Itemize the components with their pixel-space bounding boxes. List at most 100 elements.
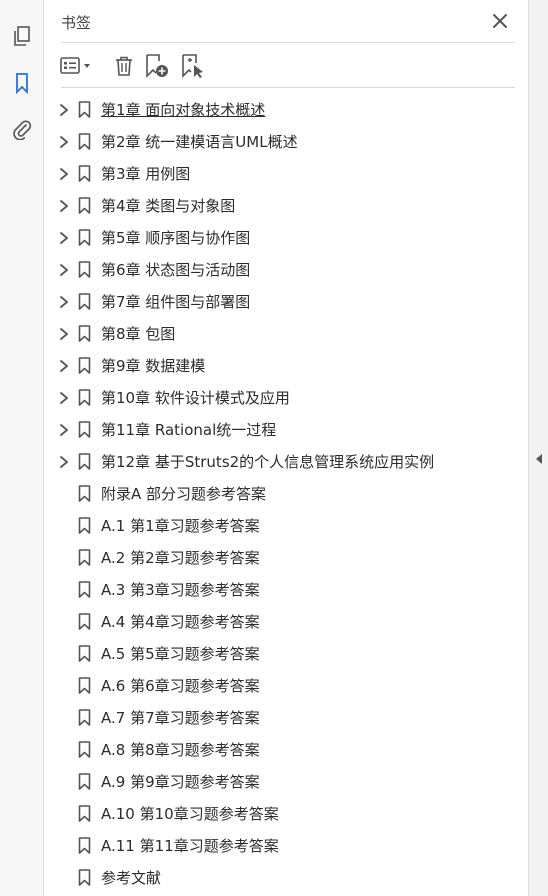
bookmark-icon: [78, 421, 91, 438]
collapse-panel-icon[interactable]: [535, 453, 543, 465]
chevron-right-icon[interactable]: [59, 263, 69, 277]
bookmark-label: 第11章 Rational统一过程: [101, 421, 277, 439]
close-icon[interactable]: [491, 12, 509, 30]
bookmark-label: 第12章 基于Struts2的个人信息管理系统应用实例: [101, 453, 435, 471]
bookmark-icon: [78, 741, 91, 758]
bookmark-row[interactable]: A.11 第11章习题参考答案: [45, 830, 528, 862]
bookmark-row[interactable]: 第4章 类图与对象图: [45, 190, 528, 222]
bookmark-row[interactable]: A.8 第8章习题参考答案: [45, 734, 528, 766]
bookmark-row[interactable]: 第7章 组件图与部署图: [45, 286, 528, 318]
title-divider: [61, 42, 515, 43]
bookmark-row[interactable]: 第11章 Rational统一过程: [45, 414, 528, 446]
bookmark-label: 第4章 类图与对象图: [101, 197, 236, 215]
chevron-right-icon[interactable]: [59, 295, 69, 309]
bookmark-icon: [78, 837, 91, 854]
bookmark-icon: [78, 165, 91, 182]
bookmark-icon: [78, 133, 91, 150]
bookmark-icon: [78, 197, 91, 214]
bookmark-row[interactable]: 第5章 顺序图与协作图: [45, 222, 528, 254]
bookmark-from-selection-icon: [182, 54, 203, 78]
panel-resize-edge[interactable]: [528, 0, 548, 896]
left-navigation-rail: [0, 0, 44, 896]
bookmark-icon: [78, 581, 91, 598]
bookmark-icon: [78, 645, 91, 662]
bookmark-label: A.11 第11章习题参考答案: [101, 837, 279, 855]
bookmark-row[interactable]: 第10章 软件设计模式及应用: [45, 382, 528, 414]
chevron-right-icon[interactable]: [59, 135, 69, 149]
bookmark-label: A.3 第3章习题参考答案: [101, 581, 260, 599]
bookmark-row[interactable]: A.3 第3章习题参考答案: [45, 574, 528, 606]
chevron-right-icon[interactable]: [59, 391, 69, 405]
chevron-right-icon[interactable]: [59, 167, 69, 181]
bookmark-row[interactable]: A.4 第4章习题参考答案: [45, 606, 528, 638]
new-bookmark-button[interactable]: [144, 53, 170, 79]
bookmark-label: 第9章 数据建模: [101, 357, 206, 375]
bookmark-icon: [78, 325, 91, 342]
bookmark-label: A.10 第10章习题参考答案: [101, 805, 279, 823]
bookmark-row[interactable]: 第8章 包图: [45, 318, 528, 350]
bookmark-label: 附录A 部分习题参考答案: [101, 485, 267, 503]
options-menu-icon: [60, 57, 90, 74]
bookmark-icon: [78, 773, 91, 790]
bookmark-row[interactable]: A.9 第9章习题参考答案: [45, 766, 528, 798]
bookmark-label: 第6章 状态图与活动图: [101, 261, 251, 279]
bookmark-label: 参考文献: [101, 869, 162, 887]
bookmark-row[interactable]: A.1 第1章习题参考答案: [45, 510, 528, 542]
attachment-icon[interactable]: [8, 115, 36, 143]
bookmark-label: 第8章 包图: [101, 325, 176, 343]
bookmark-label: A.5 第5章习题参考答案: [101, 645, 260, 663]
bookmark-icon: [78, 389, 91, 406]
bookmark-row[interactable]: 第1章 面向对象技术概述: [45, 94, 528, 126]
bookmark-row[interactable]: 第6章 状态图与活动图: [45, 254, 528, 286]
bookmark-icon: [78, 517, 91, 534]
bookmark-label: A.6 第6章习题参考答案: [101, 677, 260, 695]
bookmark-label: 第10章 软件设计模式及应用: [101, 389, 290, 407]
chevron-right-icon[interactable]: [59, 359, 69, 373]
bookmark-from-selection-button[interactable]: [179, 53, 205, 79]
bookmark-row[interactable]: A.10 第10章习题参考答案: [45, 798, 528, 830]
bookmark-row[interactable]: 第2章 统一建模语言UML概述: [45, 126, 528, 158]
delete-bookmark-button[interactable]: [112, 53, 136, 79]
bookmark-label: A.8 第8章习题参考答案: [101, 741, 260, 759]
bookmark-label: 第3章 用例图: [101, 165, 191, 183]
bookmark-icon: [78, 613, 91, 630]
chevron-right-icon[interactable]: [59, 423, 69, 437]
new-bookmark-icon: [146, 54, 168, 78]
bookmark-label: 第2章 统一建模语言UML概述: [101, 133, 298, 151]
bookmark-icon: [78, 357, 91, 374]
bookmark-row[interactable]: 参考文献: [45, 862, 528, 894]
bookmark-label: 第5章 顺序图与协作图: [101, 229, 251, 247]
bookmark-icon: [78, 485, 91, 502]
bookmark-icon: [78, 453, 91, 470]
bookmark-icon: [78, 869, 91, 886]
chevron-right-icon[interactable]: [59, 103, 69, 117]
bookmark-label: A.2 第2章习题参考答案: [101, 549, 260, 567]
bookmark-icon: [78, 677, 91, 694]
bookmark-label: A.1 第1章习题参考答案: [101, 517, 260, 535]
chevron-right-icon[interactable]: [59, 231, 69, 245]
bookmark-row[interactable]: 附录A 部分习题参考答案: [45, 478, 528, 510]
bookmark-tree: 第1章 面向对象技术概述第2章 统一建模语言UML概述 第3章 用例图第4章 类图…: [45, 94, 528, 894]
chevron-right-icon[interactable]: [59, 455, 69, 469]
pages-icon[interactable]: [8, 22, 36, 50]
bookmark-row[interactable]: 第12章 基于Struts2的个人信息管理系统应用实例: [45, 446, 528, 478]
bookmark-row[interactable]: A.6 第6章习题参考答案: [45, 670, 528, 702]
bookmark-label: 第1章 面向对象技术概述: [101, 101, 266, 119]
bookmark-row[interactable]: A.7 第7章习题参考答案: [45, 702, 528, 734]
chevron-right-icon[interactable]: [59, 327, 69, 341]
bookmark-row[interactable]: A.5 第5章习题参考答案: [45, 638, 528, 670]
panel-title: 书签: [61, 14, 92, 32]
bookmark-icon: [78, 549, 91, 566]
chevron-right-icon[interactable]: [59, 199, 69, 213]
bookmark-row[interactable]: A.2 第2章习题参考答案: [45, 542, 528, 574]
bookmark-icon: [78, 709, 91, 726]
options-menu-button[interactable]: [59, 53, 97, 79]
bookmark-row[interactable]: 第9章 数据建模: [45, 350, 528, 382]
bookmark-row[interactable]: 第3章 用例图: [45, 158, 528, 190]
bookmark-label: A.9 第9章习题参考答案: [101, 773, 260, 791]
bookmark-icon: [78, 805, 91, 822]
bookmark-icon[interactable]: [8, 69, 36, 97]
delete-icon: [116, 56, 132, 76]
bookmarks-panel: 书签 第1章 面向对象技术概述 第2章 统一建模语言UML概述 第3章 用例图 …: [45, 0, 528, 896]
bookmark-icon: [78, 101, 91, 118]
